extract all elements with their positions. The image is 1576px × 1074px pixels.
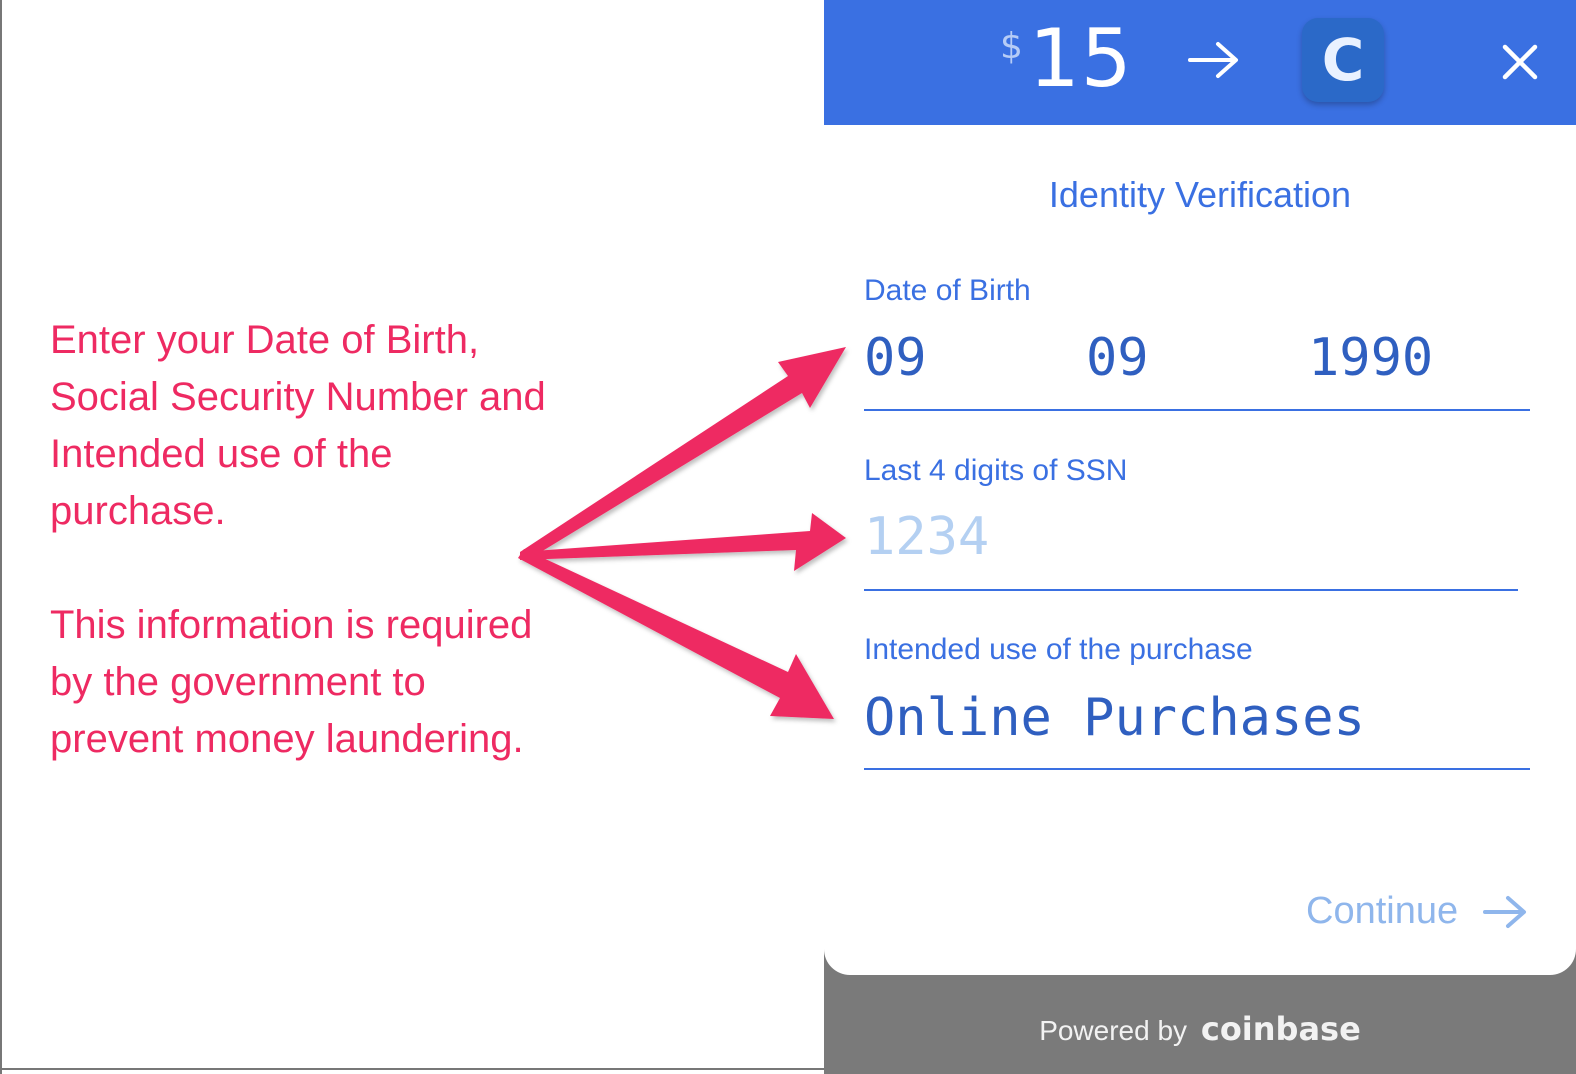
annotation-paragraph-2: This information is required by the gove… <box>50 603 533 761</box>
ssn-input[interactable]: 1234 <box>864 507 989 567</box>
coin-logo-letter: C <box>1321 26 1365 94</box>
ssn-label: Last 4 digits of SSN <box>864 454 1128 487</box>
form-title: Identity Verification <box>1048 174 1352 215</box>
close-icon[interactable] <box>1502 44 1538 80</box>
arrow-right-icon <box>1483 895 1527 928</box>
amount-display: $ 15 <box>1000 14 1133 104</box>
dob-year-input[interactable]: 1990 <box>1308 328 1433 388</box>
bottom-border <box>0 1068 830 1070</box>
arrow-right-icon <box>1188 42 1238 78</box>
continue-label: Continue <box>1306 890 1459 932</box>
coinbase-logo: coinbase <box>1200 1010 1361 1048</box>
use-input[interactable]: Online Purchases <box>864 688 1365 748</box>
dob-underline <box>864 409 1530 411</box>
annotation-paragraph-1: Enter your Date of Birth, Social Securit… <box>50 318 546 533</box>
coin-logo: C <box>1302 18 1384 102</box>
arrow-to-dob-icon <box>520 347 846 561</box>
powered-label: Powered by <box>1039 1015 1188 1046</box>
left-border <box>0 0 2 1074</box>
arrow-to-use-icon <box>518 549 834 719</box>
amount-value: 15 <box>1028 12 1133 105</box>
currency-symbol: $ <box>1000 26 1023 67</box>
ssn-underline <box>864 589 1518 591</box>
annotation-text: Enter your Date of Birth, Social Securit… <box>50 312 550 768</box>
continue-button[interactable]: Continue <box>1306 890 1528 933</box>
powered-by: Powered by coinbase <box>824 1010 1576 1048</box>
use-underline <box>864 768 1530 770</box>
use-label: Intended use of the purchase <box>864 633 1253 666</box>
arrow-to-ssn-icon <box>520 513 846 571</box>
dob-day-input[interactable]: 09 <box>1086 328 1149 388</box>
dob-month-input[interactable]: 09 <box>864 328 927 388</box>
verification-card: $ 15 C Identity Verification Date of Bir… <box>824 0 1576 975</box>
dob-label: Date of Birth <box>864 274 1031 307</box>
payment-header: $ 15 C <box>824 0 1576 125</box>
